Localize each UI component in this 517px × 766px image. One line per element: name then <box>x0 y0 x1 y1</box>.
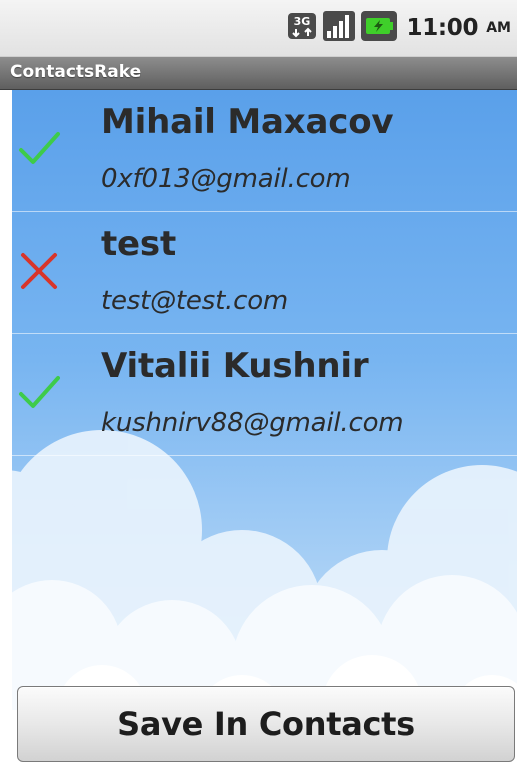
save-in-contacts-button[interactable]: Save In Contacts <box>17 686 515 762</box>
status-time: 11:00 <box>406 15 479 41</box>
check-icon[interactable] <box>18 128 60 170</box>
status-bar: 3G 11:00 AM <box>0 0 517 57</box>
contact-email: kushnirv88@gmail.com <box>101 408 404 438</box>
save-button-label: Save In Contacts <box>117 705 415 743</box>
app-title-bar: ContactsRake <box>0 57 517 90</box>
contact-row[interactable]: Vitalii Kushnir kushnirv88@gmail.com <box>12 334 517 456</box>
contact-name: Mihail Maxacov <box>101 102 394 142</box>
signal-strength-icon <box>322 11 355 45</box>
contact-list: Mihail Maxacov 0xf013@gmail.com test tes… <box>12 90 517 456</box>
contact-row[interactable]: Mihail Maxacov 0xf013@gmail.com <box>12 90 517 212</box>
network-3g-icon: 3G <box>287 12 317 44</box>
status-icons: 3G 11:00 AM <box>287 10 511 46</box>
contact-name: test <box>101 224 177 264</box>
check-icon[interactable] <box>18 372 60 414</box>
svg-text:3G: 3G <box>293 15 310 28</box>
contact-email: 0xf013@gmail.com <box>101 164 351 194</box>
contact-name: Vitalii Kushnir <box>101 346 369 386</box>
contacts-panel: Mihail Maxacov 0xf013@gmail.com test tes… <box>12 90 517 766</box>
contact-row[interactable]: test test@test.com <box>12 212 517 334</box>
contact-email: test@test.com <box>101 286 289 316</box>
app-title: ContactsRake <box>10 62 142 82</box>
status-ampm: AM <box>486 20 511 36</box>
battery-charging-icon <box>360 11 397 45</box>
cross-icon[interactable] <box>18 250 60 292</box>
